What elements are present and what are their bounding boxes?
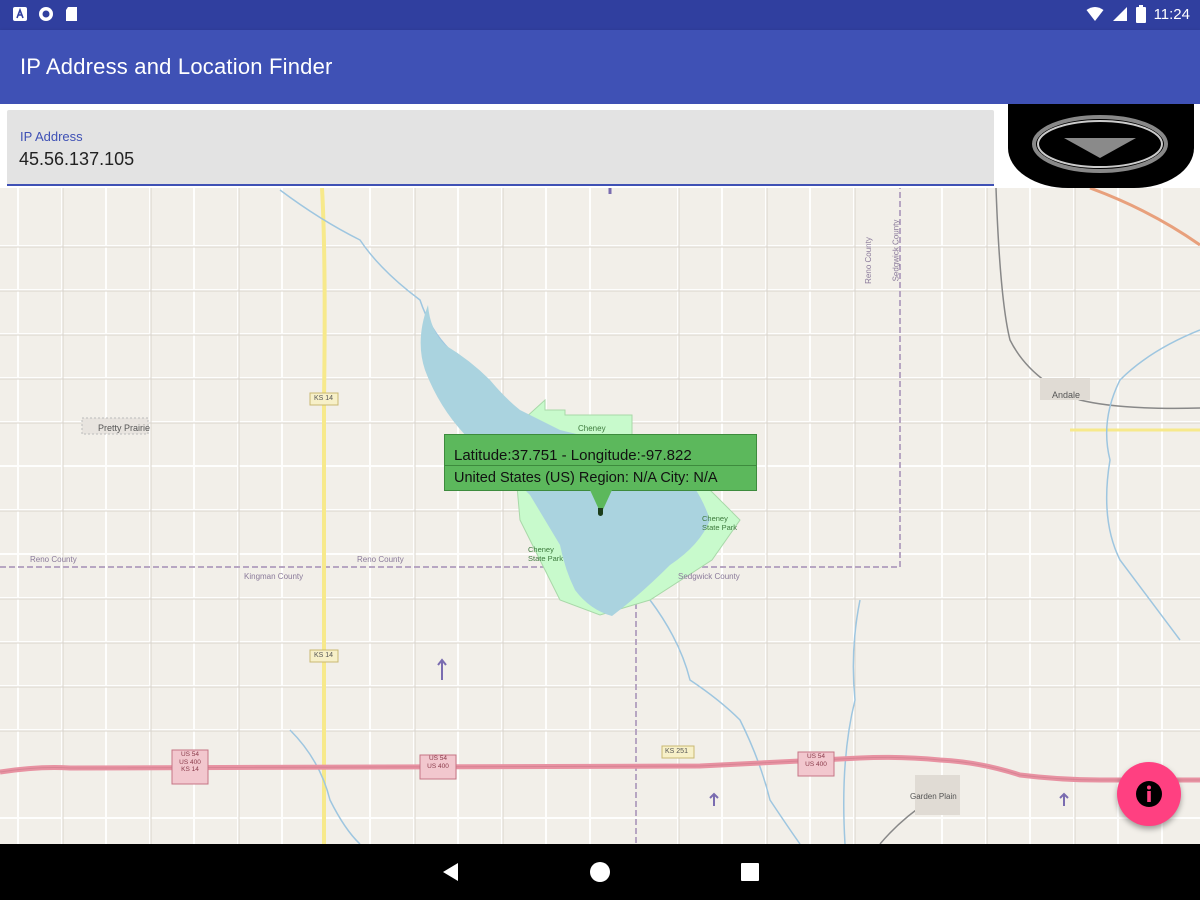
system-navigation-bar	[0, 844, 1200, 900]
lookup-dropdown-button[interactable]	[1008, 104, 1194, 188]
map-label-reno-county-2: Reno County	[357, 555, 404, 564]
ip-address-field[interactable]: IP Address	[7, 110, 994, 186]
map-canvas	[0, 188, 1200, 844]
app-bar: IP Address and Location Finder	[0, 30, 1200, 104]
popup-divider	[445, 465, 756, 466]
map-label-cheney-state-park-east: Cheney State Park	[702, 514, 738, 532]
map-label-ks14-south: KS 14	[314, 652, 334, 659]
status-right-icons: 11:24	[1086, 5, 1190, 23]
map-shield-us54-c: US 54 US 400	[798, 753, 834, 769]
sd-card-icon	[66, 7, 77, 21]
map-label-andale: Andale	[1052, 390, 1081, 400]
info-icon	[1136, 781, 1162, 807]
android-notification-icon	[13, 7, 27, 21]
home-circle-icon[interactable]	[589, 861, 611, 883]
map-shield-line: US 400	[179, 758, 201, 766]
recents-square-icon[interactable]	[739, 861, 761, 883]
map-label-cheney: Cheney	[578, 424, 606, 433]
map-label-sedgwick-county-south: Sedgwick County	[678, 572, 740, 581]
back-triangle-icon[interactable]	[440, 861, 462, 883]
info-fab-button[interactable]	[1117, 762, 1181, 826]
map-label-sedgwick-county-north: Sedgwick County	[891, 219, 901, 282]
app-title: IP Address and Location Finder	[20, 54, 333, 79]
map-marker-pin-icon	[598, 508, 603, 516]
map-label-ks251: KS 251	[665, 748, 688, 755]
map-label-ks14-north: KS 14	[314, 395, 334, 402]
status-bar: 11:24	[0, 0, 1200, 30]
map-label-reno-county-north: Reno County	[863, 237, 873, 284]
ip-address-input[interactable]	[19, 149, 919, 170]
popup-coordinates: Latitude:37.751 - Longitude:-97.822	[454, 447, 692, 464]
map-label-cheney-state-park-west: Cheney State Park	[528, 545, 564, 563]
map-shield-us54-a: US 54 US 400 KS 14	[172, 751, 208, 774]
circle-notification-icon	[39, 7, 53, 21]
map-label-pretty-prairie: Pretty Prairie	[98, 423, 151, 433]
signal-icon	[1112, 7, 1127, 21]
ip-address-label: IP Address	[20, 129, 83, 144]
wifi-icon	[1086, 7, 1104, 21]
popup-region-info: United States (US) Region: N/A City: N/A	[454, 470, 718, 486]
map-shield-line: US 400	[805, 761, 827, 768]
map-label-kingman-county: Kingman County	[244, 572, 304, 581]
map-shield-us54-b: US 54 US 400	[420, 755, 456, 771]
map-shield-line: US 54	[806, 753, 826, 760]
status-left-icons	[12, 6, 80, 22]
map-shield-line: US 54	[428, 755, 448, 762]
dropdown-triangle-icon	[1032, 115, 1168, 173]
map-shield-line: US 400	[427, 763, 449, 770]
map-view[interactable]: Pretty Prairie Cheney Cheney State Park …	[0, 188, 1200, 844]
map-label-reno-county-1: Reno County	[30, 555, 77, 564]
map-label-garden-plain: Garden Plain	[910, 792, 957, 801]
location-popup[interactable]: Latitude:37.751 - Longitude:-97.822 Unit…	[444, 434, 757, 491]
ip-input-panel: IP Address	[0, 104, 1200, 188]
battery-icon	[1135, 5, 1146, 23]
map-shield-line: US 54	[180, 751, 200, 758]
status-time: 11:24	[1153, 5, 1190, 23]
map-shield-line: KS 14	[181, 766, 199, 773]
